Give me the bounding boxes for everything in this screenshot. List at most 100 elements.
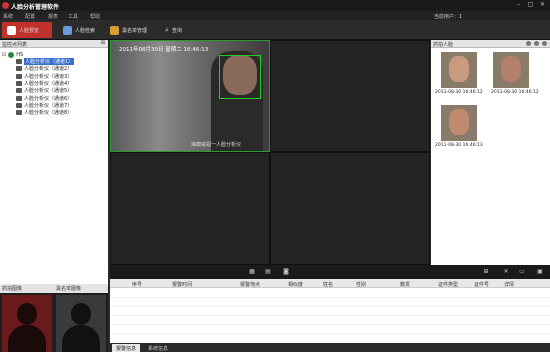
channel-item[interactable]: 人脸分析仪（通道4） (2, 80, 106, 87)
current-user-label: 当前用户：1 (433, 14, 462, 20)
capture-panel-tools (526, 41, 547, 46)
app-title: 人脸分析管理软件 (11, 4, 60, 11)
menu-config[interactable]: 配置 (25, 13, 35, 20)
compare-tabs: 抓拍图像 黑名单图像 (0, 284, 108, 293)
blacklist-button[interactable]: 黑名单管理 (105, 22, 152, 38)
info-tabs: 报警信息 系统信息 (110, 343, 550, 352)
channel-item[interactable]: 人脸分析仪（通道3） (2, 73, 106, 80)
face-thumb (449, 109, 469, 135)
stop-all-icon[interactable]: ✕ (502, 268, 510, 275)
capture-thumbnail[interactable] (441, 52, 477, 88)
window-mode-icon[interactable]: ▣ (536, 268, 544, 275)
close-panel-icon[interactable] (542, 41, 547, 46)
close-icon[interactable]: ✕ (538, 1, 547, 9)
capture-thumbnail[interactable] (493, 52, 529, 88)
channel-item[interactable]: 人脸分析仪（通道1） (2, 58, 106, 66)
face-thumb (449, 56, 469, 82)
col-similarity[interactable]: 相似度 (288, 281, 303, 288)
capture-thumbnail[interactable] (441, 105, 477, 141)
col-alarm-time[interactable]: 报警时间 (172, 281, 192, 288)
menu-system[interactable]: 系统 (3, 13, 13, 20)
person-head-icon (71, 303, 91, 325)
face-detection-box (219, 55, 261, 99)
preview-icon (7, 25, 16, 35)
video-cell-1[interactable]: 2011年08月30日 星期二 16:46:13 海康威视一人脸分析仪 (110, 40, 270, 152)
face-search-label: 人脸检索 (75, 27, 96, 34)
camera-icon (16, 66, 22, 72)
settings-icon[interactable] (526, 41, 531, 46)
channel-item[interactable]: 人脸分析仪（通道6） (2, 94, 106, 102)
blacklist-label: 黑名单管理 (122, 27, 148, 34)
video-timestamp: 2011年08月30日 星期二 16:46:13 (119, 47, 209, 53)
person-head-icon (17, 303, 37, 325)
col-name[interactable]: 姓名 (323, 281, 333, 288)
channel-item[interactable]: 人脸分析仪（通道5） (2, 87, 106, 94)
minimize-icon[interactable]: – (514, 1, 523, 9)
capture-image (2, 295, 52, 352)
table-row-divider (110, 297, 550, 298)
video-cell-3[interactable] (110, 152, 270, 265)
capture-panel-header: 抓拍人脸 (431, 40, 550, 48)
face-search-button[interactable]: 人脸检索 (58, 22, 100, 38)
camera-icon (16, 95, 22, 101)
channel-label: 人脸分析仪（通道6） (24, 95, 73, 102)
camera-icon (16, 102, 22, 108)
blacklist-image-tab[interactable]: 黑名单图像 (54, 284, 108, 293)
globe-icon (8, 51, 15, 58)
maximize-icon[interactable]: □ (526, 1, 535, 9)
main-toolbar: 人脸预览 人脸检索 黑名单管理 ⌕ 查询 (0, 20, 550, 40)
col-details[interactable]: 详情 (504, 281, 514, 288)
query-label: 查询 (171, 27, 182, 34)
title-bar: 人脸分析管理软件 – □ ✕ (0, 0, 550, 11)
tab-alarm-info[interactable]: 报警信息 (112, 344, 141, 352)
channel-label: 人脸分析仪（通道3） (24, 73, 73, 80)
channel-label: 人脸分析仪（通道8） (24, 110, 73, 117)
capture-time: 2011-08-30 16:46:12 (491, 90, 539, 95)
camera-icon (16, 88, 22, 94)
col-gender[interactable]: 性别 (356, 281, 366, 288)
camera-icon (16, 81, 22, 87)
delete-icon[interactable] (534, 41, 539, 46)
face-preview-button[interactable]: 人脸预览 (2, 22, 52, 38)
channel-item[interactable]: 人脸分析仪（通道8） (2, 109, 106, 116)
menu-bar: 系统 配置 报表 工具 帮助 当前用户：1 (0, 11, 550, 20)
channel-item[interactable]: 人脸分析仪（通道7） (2, 102, 106, 109)
channel-label: 人脸分析仪（通道4） (24, 81, 73, 88)
capture-time: 2011-08-30 16:46:12 (435, 90, 483, 95)
capture-image-tab[interactable]: 抓拍图像 (0, 284, 54, 293)
device-list-panel: 监控点列表 ⊞ ⊟ HS 人脸分析仪（通道1） 人脸分析仪（通道2） 人脸分析仪… (0, 40, 108, 284)
capture-time: 2011-08-30 16:46:13 (435, 143, 483, 148)
layout-icon[interactable]: ⊞ (482, 268, 490, 275)
window-controls: – □ ✕ (514, 1, 547, 9)
blacklist-image (56, 295, 106, 352)
col-id-type[interactable]: 证件类型 (438, 281, 458, 288)
menu-report[interactable]: 报表 (48, 13, 58, 20)
device-list-header: 监控点列表 ⊞ (0, 40, 108, 48)
video-cell-2[interactable] (270, 40, 430, 152)
blacklist-icon (110, 25, 119, 35)
col-origin[interactable]: 籍贯 (400, 281, 410, 288)
col-id-number[interactable]: 证件号 (474, 281, 489, 288)
col-alarm-location[interactable]: 报警地点 (240, 281, 260, 288)
col-index[interactable]: 序号 (132, 281, 142, 288)
pin-icon[interactable]: ⊞ (101, 40, 105, 46)
channel-label: 人脸分析仪（通道7） (24, 102, 73, 109)
query-button[interactable]: ⌕ 查询 (160, 22, 187, 38)
folder-icon[interactable]: ▤ (264, 268, 272, 275)
fullscreen-icon[interactable]: ▭ (518, 268, 526, 275)
video-cell-4[interactable] (270, 152, 430, 265)
snapshot-icon[interactable]: ◙ (282, 268, 290, 275)
record-icon[interactable]: ▦ (248, 268, 256, 275)
channel-label: 人脸分析仪（通道2） (24, 66, 73, 73)
alarm-table-header: 序号 报警时间 报警地点 相似度 姓名 性别 籍贯 证件类型 证件号 详情 (110, 279, 550, 288)
magnifier-icon: ⌕ (165, 25, 169, 34)
menu-help[interactable]: 帮助 (90, 13, 100, 20)
person-body-icon (8, 325, 46, 352)
collapse-icon[interactable]: ⊟ (2, 52, 6, 58)
tree-root[interactable]: ⊟ HS (2, 51, 106, 58)
table-row-divider (110, 324, 550, 325)
tab-system-info[interactable]: 系统信息 (144, 344, 172, 352)
camera-icon (16, 110, 22, 116)
menu-tools[interactable]: 工具 (68, 13, 78, 20)
channel-item[interactable]: 人脸分析仪（通道2） (2, 65, 106, 72)
